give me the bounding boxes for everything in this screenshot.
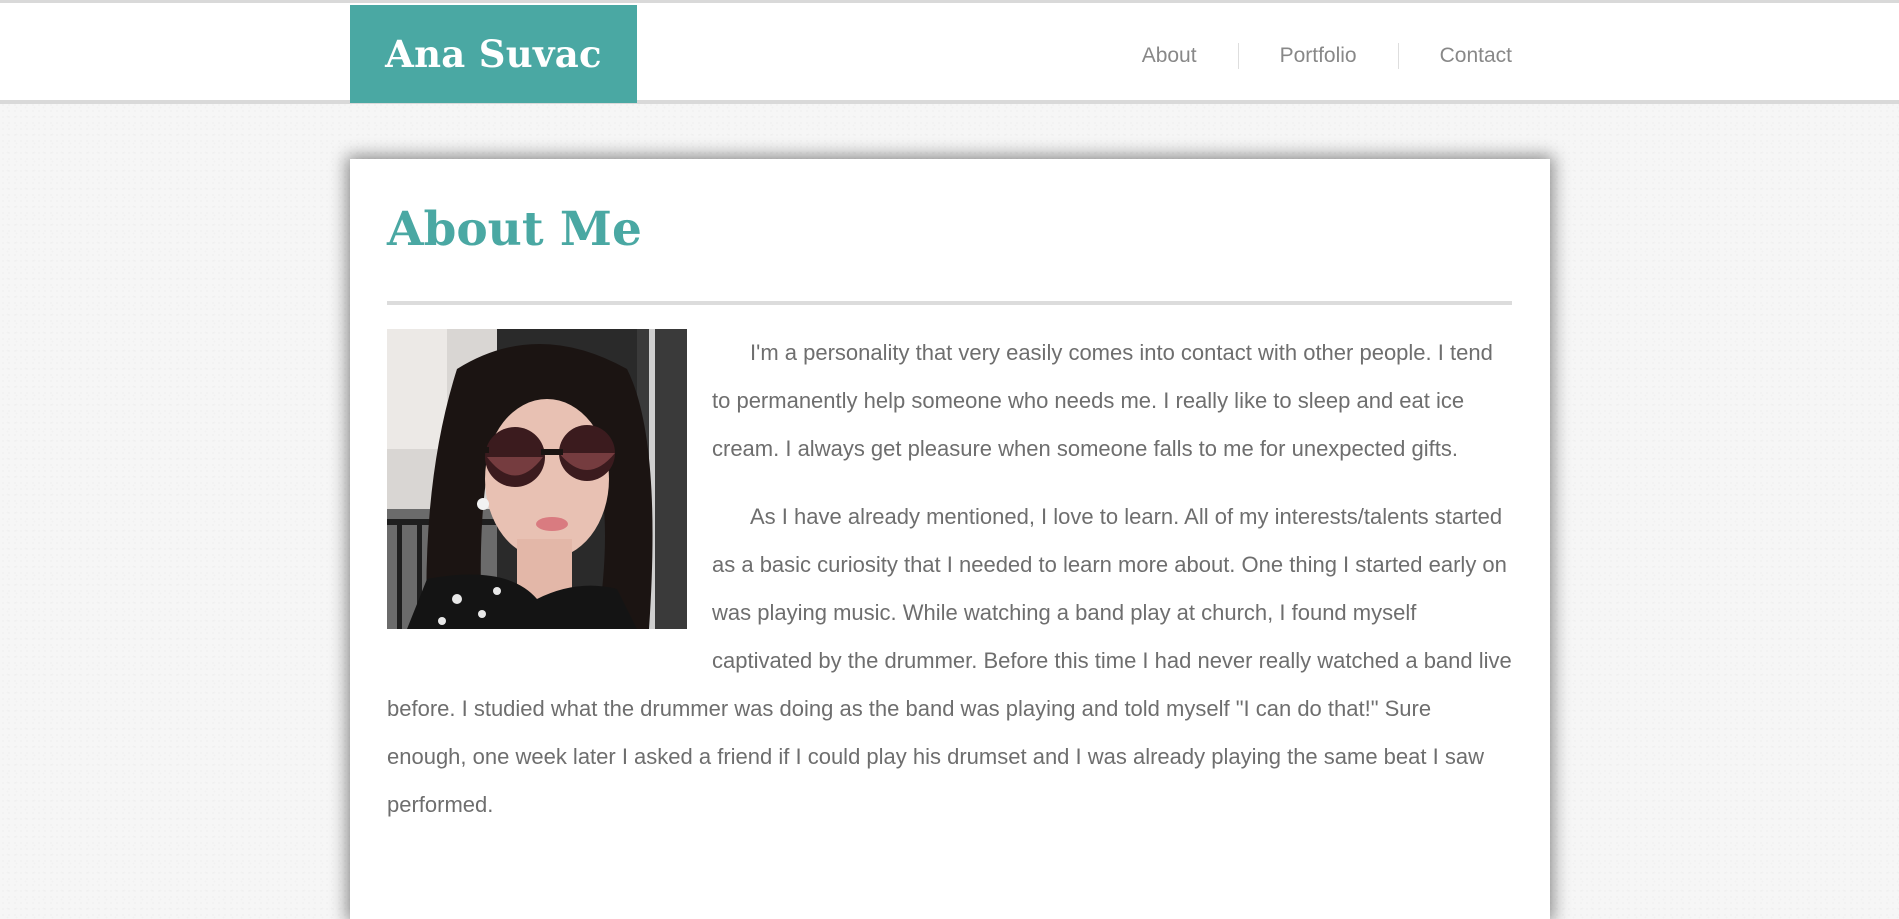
nav-divider (1397, 43, 1399, 69)
nav-link-about[interactable]: About (1142, 44, 1197, 68)
main-nav: About Portfolio Contact (1142, 43, 1512, 69)
title-divider (387, 301, 1512, 306)
nav-link-portfolio[interactable]: Portfolio (1280, 44, 1357, 68)
logo-text: Ana Suvac (385, 32, 602, 76)
site-logo[interactable]: Ana Suvac (350, 5, 637, 103)
about-card: About Me I'm a personality that very eas… (350, 159, 1550, 919)
nav-link-contact[interactable]: Contact (1440, 44, 1512, 68)
site-header: Ana Suvac About Portfolio Contact (0, 0, 1899, 104)
profile-photo (387, 329, 687, 630)
page-title: About Me (387, 202, 642, 257)
about-content: I'm a personality that very easily comes… (387, 329, 1512, 829)
nav-divider (1237, 43, 1239, 69)
